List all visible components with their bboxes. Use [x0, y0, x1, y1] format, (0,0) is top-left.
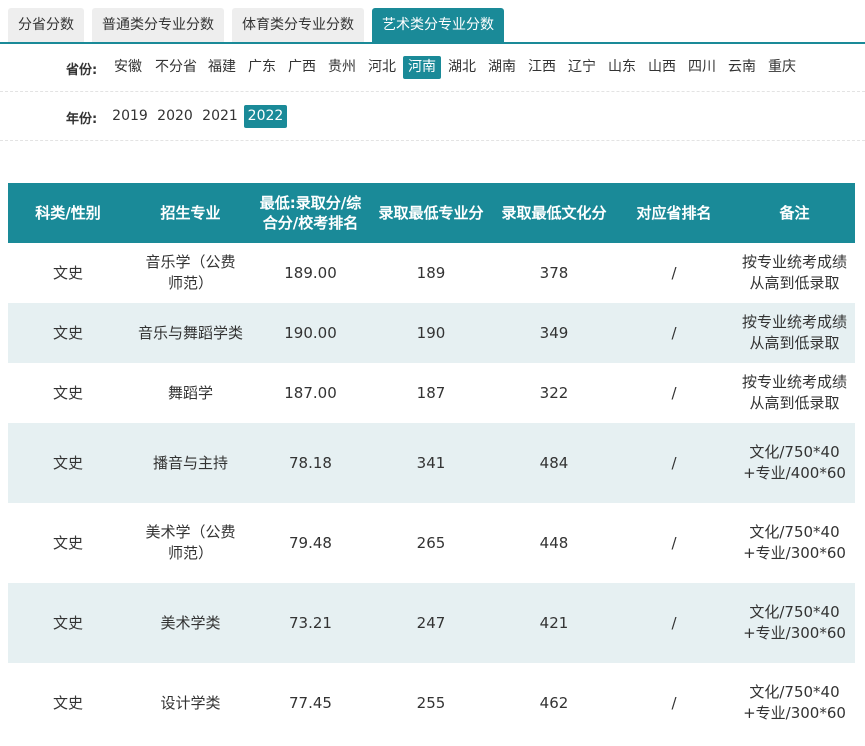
cell-min-major-score: 189	[416, 263, 446, 282]
table-row: 文史 美术学类 73.21 247 421 / 文化/750*40+专业/300…	[8, 583, 855, 663]
province-option[interactable]: 江西	[523, 56, 561, 79]
cell-remarks: 按专业统考成绩从高到低录取	[741, 313, 847, 352]
table-row: 文史 舞蹈学 187.00 187 322 / 按专业统考成绩从高到低录取	[8, 363, 855, 423]
cell-min-culture-score: 448	[539, 533, 569, 552]
cell-min-culture-score: 378	[539, 263, 569, 282]
cell-remarks: 文化/750*40+专业/300*60	[743, 683, 846, 722]
province-option[interactable]: 贵州	[323, 56, 361, 79]
province-option[interactable]: 云南	[723, 56, 761, 79]
header-category-gender: 科类/性别	[35, 204, 101, 222]
cell-category: 文史	[52, 693, 83, 712]
cell-category: 文史	[52, 383, 83, 402]
cell-category: 文史	[52, 613, 83, 632]
art-scores-table: 科类/性别 招生专业 最低:录取分/综合分/校考排名 录取最低专业分 录取最低文…	[8, 183, 855, 743]
cell-min-score: 73.21	[289, 613, 332, 632]
cell-major: 播音与主持	[152, 453, 228, 472]
cell-major: 美术学（公费师范）	[145, 523, 236, 562]
tab-sports-major-scores[interactable]: 体育类分专业分数	[232, 8, 364, 42]
province-option[interactable]: 辽宁	[563, 56, 601, 79]
province-option[interactable]: 山东	[603, 56, 641, 79]
cell-province-rank: /	[671, 383, 677, 402]
cell-major: 音乐与舞蹈学类	[137, 323, 243, 342]
cell-min-culture-score: 421	[539, 613, 569, 632]
year-option[interactable]: 2021	[200, 105, 240, 128]
province-option[interactable]: 重庆	[763, 56, 801, 79]
header-remarks: 备注	[779, 204, 810, 222]
tab-art-major-scores[interactable]: 艺术类分专业分数	[372, 8, 504, 42]
province-option[interactable]: 四川	[683, 56, 721, 79]
table-row: 文史 音乐与舞蹈学类 190.00 190 349 / 按专业统考成绩从高到低录…	[8, 303, 855, 363]
province-option[interactable]: 湖南	[483, 56, 521, 79]
province-option[interactable]: 广东	[243, 56, 281, 79]
year-option[interactable]: 2020	[155, 105, 195, 128]
header-min-culture-score: 录取最低文化分	[501, 204, 607, 222]
tab-general-major-scores[interactable]: 普通类分专业分数	[92, 8, 224, 42]
year-option-selected[interactable]: 2022	[244, 105, 287, 128]
cell-min-score: 77.45	[289, 693, 332, 712]
cell-province-rank: /	[671, 693, 677, 712]
cell-min-culture-score: 462	[539, 693, 569, 712]
cell-min-culture-score: 484	[539, 453, 569, 472]
tab-province-scores[interactable]: 分省分数	[8, 8, 84, 42]
province-option[interactable]: 湖北	[443, 56, 481, 79]
cell-min-major-score: 247	[416, 613, 446, 632]
year-option[interactable]: 2019	[110, 105, 150, 128]
cell-min-score: 189.00	[284, 263, 337, 282]
province-filter: 省份: 安徽 不分省 福建 广东 广西 贵州 河北 河南 湖北 湖南 江西 辽宁…	[0, 44, 865, 92]
province-option[interactable]: 不分省	[150, 56, 202, 79]
cell-min-score: 78.18	[289, 453, 332, 472]
cell-category: 文史	[52, 533, 83, 552]
province-option[interactable]: 山西	[643, 56, 681, 79]
table-row: 文史 美术学（公费师范） 79.48 265 448 / 文化/750*40+专…	[8, 503, 855, 583]
cell-min-culture-score: 349	[539, 323, 569, 342]
header-province-rank: 对应省排名	[636, 204, 712, 222]
cell-remarks: 按专业统考成绩从高到低录取	[741, 253, 847, 292]
cell-major: 舞蹈学	[167, 383, 213, 402]
cell-remarks: 文化/750*40+专业/300*60	[743, 603, 846, 642]
province-filter-label: 省份:	[66, 63, 98, 78]
cell-remarks: 文化/750*40+专业/300*60	[743, 523, 846, 562]
cell-province-rank: /	[671, 263, 677, 282]
cell-province-rank: /	[671, 323, 677, 342]
year-filter-label: 年份:	[66, 112, 98, 127]
cell-min-major-score: 190	[416, 323, 446, 342]
cell-min-major-score: 265	[416, 533, 446, 552]
cell-major: 设计学类	[160, 693, 221, 712]
header-min-major-score: 录取最低专业分	[378, 204, 484, 222]
province-option[interactable]: 安徽	[109, 56, 147, 79]
province-option[interactable]: 广西	[283, 56, 321, 79]
cell-category: 文史	[52, 263, 83, 282]
cell-min-major-score: 187	[416, 383, 446, 402]
cell-major: 美术学类	[160, 613, 221, 632]
cell-min-culture-score: 322	[539, 383, 569, 402]
cell-min-score: 190.00	[284, 323, 337, 342]
province-option-selected[interactable]: 河南	[403, 56, 441, 79]
header-major: 招生专业	[160, 204, 221, 222]
year-filter: 年份: 2019 2020 2021 2022	[0, 93, 865, 141]
cell-province-rank: /	[671, 533, 677, 552]
cell-remarks: 按专业统考成绩从高到低录取	[741, 373, 847, 412]
cell-min-major-score: 341	[416, 453, 446, 472]
province-option[interactable]: 河北	[363, 56, 401, 79]
table-row: 文史 播音与主持 78.18 341 484 / 文化/750*40+专业/40…	[8, 423, 855, 503]
table-header: 科类/性别 招生专业 最低:录取分/综合分/校考排名 录取最低专业分 录取最低文…	[8, 183, 855, 243]
cell-min-score: 79.48	[289, 533, 332, 552]
cell-province-rank: /	[671, 613, 677, 632]
province-option[interactable]: 福建	[203, 56, 241, 79]
cell-category: 文史	[52, 453, 83, 472]
cell-min-major-score: 255	[416, 693, 446, 712]
header-min-score: 最低:录取分/综合分/校考排名	[259, 194, 362, 232]
cell-remarks: 文化/750*40+专业/400*60	[743, 443, 846, 482]
table-row: 文史 设计学类 77.45 255 462 / 文化/750*40+专业/300…	[8, 663, 855, 743]
table-row: 文史 音乐学（公费师范） 189.00 189 378 / 按专业统考成绩从高到…	[8, 243, 855, 303]
cell-province-rank: /	[671, 453, 677, 472]
category-tabs: 分省分数 普通类分专业分数 体育类分专业分数 艺术类分专业分数	[0, 0, 865, 44]
cell-category: 文史	[52, 323, 83, 342]
cell-major: 音乐学（公费师范）	[145, 253, 236, 292]
cell-min-score: 187.00	[284, 383, 337, 402]
